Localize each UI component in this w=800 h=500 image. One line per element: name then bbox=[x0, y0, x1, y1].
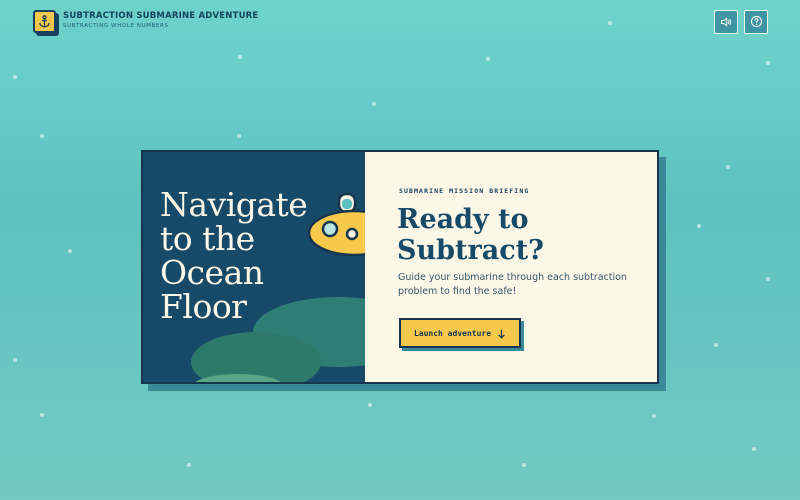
mission-card: Navigate to the Ocean Floor SUBMARINE MI… bbox=[141, 150, 659, 384]
bubble bbox=[13, 75, 17, 79]
bubble bbox=[608, 21, 612, 25]
bubble bbox=[726, 165, 730, 169]
launch-adventure-button[interactable]: Launch adventure bbox=[399, 318, 521, 348]
sound-button[interactable] bbox=[714, 10, 738, 34]
bubble bbox=[714, 343, 718, 347]
bubble bbox=[187, 463, 191, 467]
help-button[interactable] bbox=[744, 10, 768, 34]
briefing-panel: SUBMARINE MISSION BRIEFING Ready to Subt… bbox=[365, 152, 657, 382]
submarine-icon bbox=[306, 192, 365, 262]
bubble bbox=[766, 277, 770, 281]
app-title: SUBTRACTION SUBMARINE ADVENTURE bbox=[63, 11, 259, 21]
bubble bbox=[368, 403, 372, 407]
bubble bbox=[40, 413, 44, 417]
briefing-description: Guide your submarine through each subtra… bbox=[398, 272, 627, 297]
anchor-icon bbox=[33, 10, 56, 33]
panel-heading: Navigate to the Ocean Floor bbox=[160, 185, 308, 326]
arrow-down-icon bbox=[497, 324, 506, 343]
bubble bbox=[13, 358, 17, 362]
bubble bbox=[752, 447, 756, 451]
briefing-title: Ready to Subtract? bbox=[397, 204, 544, 266]
help-circle-icon bbox=[750, 13, 763, 32]
bubble bbox=[40, 134, 44, 138]
bubble bbox=[68, 249, 72, 253]
bubble bbox=[697, 224, 701, 228]
bubble bbox=[522, 463, 526, 467]
illustration-panel: Navigate to the Ocean Floor bbox=[143, 152, 365, 382]
bubble bbox=[237, 134, 241, 138]
bubble bbox=[486, 57, 490, 61]
bubble bbox=[238, 55, 242, 59]
bubble bbox=[652, 414, 656, 418]
bubble bbox=[766, 61, 770, 65]
briefing-eyebrow: SUBMARINE MISSION BRIEFING bbox=[399, 187, 530, 195]
bubble bbox=[372, 102, 376, 106]
app-subtitle: SUBTRACTING WHOLE NUMBERS bbox=[63, 23, 169, 29]
volume-icon bbox=[720, 13, 732, 32]
launch-label: Launch adventure bbox=[413, 328, 492, 338]
